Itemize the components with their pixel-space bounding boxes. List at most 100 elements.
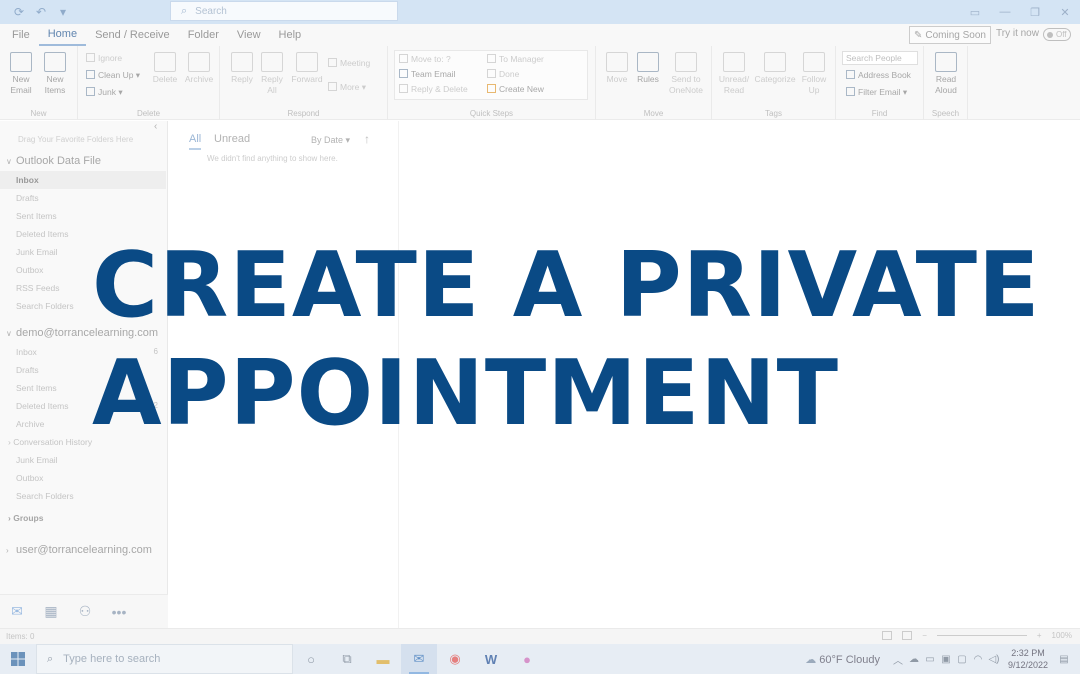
clock[interactable]: 2:32 PM 9/12/2022 <box>1008 647 1048 671</box>
unread-read-button[interactable]: Unread/ Read <box>716 52 752 96</box>
sort-label: By Date <box>311 135 344 145</box>
meeting-label: Meeting <box>340 58 371 68</box>
filter-email-button[interactable]: Filter Email ▾ <box>846 87 907 98</box>
account-search-folders[interactable]: Search Folders <box>0 487 166 505</box>
mail-icon[interactable]: ✉ <box>8 603 26 620</box>
menu-bar: File Home Send / Receive Folder View Hel… <box>0 24 1080 46</box>
sort-by-dropdown[interactable]: By Date ▾ <box>311 135 350 146</box>
wifi-icon[interactable]: ◠ <box>970 654 986 665</box>
customize-toolbar-icon[interactable]: ▾ <box>52 1 74 23</box>
app-icon[interactable]: ● <box>509 644 545 674</box>
junk-button[interactable]: Junk ▾ <box>86 87 123 98</box>
tab-view[interactable]: View <box>228 24 270 46</box>
forward-button[interactable]: Forward <box>290 52 324 85</box>
reading-view-icon[interactable] <box>902 631 913 640</box>
volume-icon[interactable]: ◁) <box>986 654 1002 665</box>
folder-drafts[interactable]: Drafts <box>0 189 166 207</box>
folder-groups[interactable]: › Groups <box>0 509 166 527</box>
folder-inbox[interactable]: Inbox <box>0 171 166 189</box>
qs-create-new[interactable]: Create New <box>487 84 544 94</box>
ribbon-display-icon[interactable]: ▭ <box>960 0 990 24</box>
chrome-icon[interactable]: ◉ <box>437 644 473 674</box>
categorize-button[interactable]: Categorize <box>754 52 796 85</box>
delete-button[interactable]: Delete <box>150 52 180 85</box>
cortana-icon[interactable]: ○ <box>293 644 329 674</box>
more-respond-button[interactable]: More ▾ <box>328 82 366 93</box>
more-apps-icon[interactable]: ••• <box>110 604 128 620</box>
rules-button[interactable]: Rules <box>634 52 662 85</box>
reply-button[interactable]: Reply <box>228 52 256 85</box>
folder-arrow-icon <box>399 54 408 63</box>
title-bar: ⟳ ↶ ▾ ⌕ Search ▭ — ❐ ✕ <box>0 0 1080 24</box>
zoom-level[interactable]: 100% <box>1052 631 1072 640</box>
new-items-label: New Items <box>44 74 66 95</box>
file-explorer-icon[interactable]: ▬ <box>365 644 401 674</box>
meeting-button[interactable]: Meeting <box>328 58 370 68</box>
weather-label: 60°F Cloudy <box>819 653 880 666</box>
tab-help[interactable]: Help <box>270 24 311 46</box>
follow-up-button[interactable]: Follow Up <box>798 52 830 96</box>
qs-to-manager[interactable]: To Manager <box>487 54 544 64</box>
account-junk-email[interactable]: Junk Email <box>0 451 166 469</box>
sort-direction-icon[interactable]: ↑ <box>364 132 370 146</box>
unread-read-label: Unread/ Read <box>718 74 750 95</box>
toggle-state: Off <box>1056 30 1067 39</box>
clean-up-button[interactable]: Clean Up ▾ <box>86 70 140 81</box>
zoom-in-icon[interactable]: + <box>1037 631 1042 640</box>
folder-group-user-account[interactable]: › user@torrancelearning.com <box>0 541 166 559</box>
start-button[interactable] <box>0 644 36 674</box>
archive-button[interactable]: Archive <box>182 52 216 85</box>
search-people-input[interactable]: Search People <box>842 51 918 65</box>
filter-all-tab[interactable]: All <box>189 133 202 150</box>
folder-group-data-file[interactable]: ∨ Outlook Data File <box>0 152 166 170</box>
taskbar-search-input[interactable]: ⌕ Type here to search <box>36 644 293 674</box>
group-move-label: Move <box>643 109 664 118</box>
account-outbox[interactable]: Outbox <box>0 469 166 487</box>
folder-sent-items[interactable]: Sent Items <box>0 207 166 225</box>
ignore-button[interactable]: Ignore <box>86 53 122 63</box>
qs-done[interactable]: Done <box>487 69 519 79</box>
tray-shield-icon[interactable]: ▢ <box>954 654 970 665</box>
qs-team-email[interactable]: Team Email <box>399 69 455 79</box>
tab-send-receive[interactable]: Send / Receive <box>86 24 179 46</box>
zoom-out-icon[interactable]: − <box>922 631 927 640</box>
try-it-now-toggle[interactable]: Off <box>1043 28 1071 41</box>
tab-folder[interactable]: Folder <box>179 24 228 46</box>
word-icon[interactable]: W <box>473 644 509 674</box>
calendar-icon[interactable]: ▦ <box>42 603 60 620</box>
send-to-onenote-button[interactable]: Send to OneNote <box>666 52 706 96</box>
tab-home[interactable]: Home <box>38 24 87 46</box>
filter-icon <box>846 87 855 96</box>
normal-view-icon[interactable] <box>882 631 893 640</box>
address-book-button[interactable]: Address Book <box>846 70 911 80</box>
filter-unread-tab[interactable]: Unread <box>214 133 250 145</box>
qs-reply-delete[interactable]: Reply & Delete <box>399 84 468 94</box>
onedrive-icon[interactable]: ☁ <box>906 654 922 665</box>
tray-screen-icon[interactable]: ▣ <box>938 654 954 665</box>
zoom-slider[interactable] <box>936 635 1027 636</box>
tab-file[interactable]: File <box>3 24 39 46</box>
move-button[interactable]: Move <box>602 52 632 85</box>
read-aloud-button[interactable]: Read Aloud <box>930 52 962 96</box>
notifications-icon[interactable]: ▤ <box>1056 654 1072 665</box>
search-input[interactable]: ⌕ Search <box>170 1 398 21</box>
chevron-up-icon[interactable]: ︿ <box>890 652 906 667</box>
delete-label: Delete <box>152 74 178 84</box>
collapse-pane-icon[interactable]: ‹ <box>154 121 157 132</box>
close-icon[interactable]: ✕ <box>1050 0 1080 24</box>
reply-all-button[interactable]: Reply All <box>258 52 286 96</box>
undo-icon[interactable]: ↶ <box>30 1 52 23</box>
minimize-icon[interactable]: — <box>990 0 1020 24</box>
qs-move-to[interactable]: Move to: ? <box>399 54 451 64</box>
outlook-icon[interactable]: ✉ <box>401 644 437 674</box>
new-items-button[interactable]: New Items <box>38 52 72 96</box>
coming-soon-button[interactable]: ✎ Coming Soon <box>909 26 991 44</box>
task-view-icon[interactable]: ⧉ <box>329 644 365 674</box>
headline-line-2: APPOINTMENT <box>92 341 840 446</box>
weather-widget[interactable]: ☁ 60°F Cloudy <box>805 653 880 666</box>
people-icon[interactable]: ⚇ <box>76 603 94 620</box>
new-email-button[interactable]: New Email <box>6 52 36 96</box>
send-receive-icon[interactable]: ⟳ <box>8 1 30 23</box>
maximize-icon[interactable]: ❐ <box>1020 0 1050 24</box>
tray-app-icon[interactable]: ▭ <box>922 654 938 665</box>
